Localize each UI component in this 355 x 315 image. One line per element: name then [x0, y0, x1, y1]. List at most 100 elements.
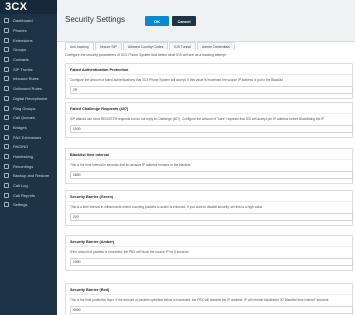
sidebar-item-label: FAX Extensions — [13, 134, 42, 140]
outbound-icon — [4, 86, 9, 92]
section-description: SIP attacks can send REGISTER requests b… — [70, 117, 325, 121]
groups-icon — [4, 47, 9, 53]
settings-section: Failed Challenge Requests (407) SIP attac… — [65, 102, 353, 138]
receptionist-icon — [4, 95, 9, 101]
tab-admin-credentials[interactable]: Admin Credentials — [197, 42, 235, 50]
section-title: Blacklist time interval — [66, 149, 352, 160]
sidebar-item-label: PAGING — [13, 144, 29, 150]
section-title: Security Barrier (Amber) — [66, 236, 352, 247]
cancel-button[interactable]: Cancel — [172, 16, 196, 26]
tab-anti-hacking[interactable]: Anti-hacking — [65, 42, 94, 50]
sidebar-item-ring-groups[interactable]: Ring Groups — [0, 103, 57, 113]
section-description: This is the time interval in seconds tha… — [70, 163, 191, 167]
recordings-icon — [4, 163, 9, 169]
sidebar-item-dashboard[interactable]: Dashboard — [0, 16, 57, 26]
section-value-input[interactable]: 25 — [70, 86, 353, 94]
sidebar-item-contacts[interactable]: Contacts — [0, 55, 57, 65]
sidebar-item-label: Call Log — [13, 183, 28, 189]
section-title: Failed Challenge Requests (407) — [66, 103, 352, 114]
fax-icon — [4, 134, 9, 140]
sidebar-item-label: Contacts — [13, 57, 29, 63]
page-header: Security Settings OK Cancel — [57, 0, 355, 42]
sidebar-item-label: Inbound Rules — [13, 76, 39, 82]
extensions-icon — [4, 37, 9, 43]
intro-text: Configure the security parameters of 3CX… — [65, 53, 227, 57]
sidebar-item-bridges[interactable]: Bridges — [0, 123, 57, 133]
logo-text: 3CX — [5, 1, 28, 13]
sidebar-item-call-log[interactable]: Call Log — [0, 181, 57, 191]
reports-icon — [4, 192, 9, 198]
settings-section: Security Barrier (Amber) If the amount of… — [65, 235, 353, 271]
contacts-icon — [4, 57, 9, 63]
sidebar-item-label: Groups — [13, 47, 27, 53]
settings-section: Failed Authentication Protection Configur… — [65, 63, 353, 99]
ok-button[interactable]: OK — [145, 16, 169, 26]
section-value-input[interactable]: 1000 — [70, 258, 353, 266]
section-title: Failed Authentication Protection — [66, 64, 352, 75]
sidebar-item-extensions[interactable]: Extensions — [0, 35, 57, 45]
tab-secure-sip[interactable]: Secure SIP — [94, 42, 122, 50]
hotdesk-icon — [4, 153, 9, 159]
sidebar-item-inbound-rules[interactable]: Inbound Rules — [0, 74, 57, 84]
sidebar-item-label: Hotdesking — [13, 153, 34, 159]
sidebar-item-label: Phones — [13, 28, 27, 34]
inbound-icon — [4, 76, 9, 82]
sidebar-item-label: Call Queues — [13, 115, 36, 121]
sidebar-item-label: Recordings — [13, 163, 34, 169]
section-description: This is the final protection layer. If t… — [70, 298, 329, 302]
sidebar-item-backup-and-restore[interactable]: Backup and Restore — [0, 171, 57, 181]
sidebar-item-paging[interactable]: PAGING — [0, 142, 57, 152]
sidebar-item-fax-extensions[interactable]: FAX Extensions — [0, 132, 57, 142]
sidebar-item-outbound-rules[interactable]: Outbound Rules — [0, 84, 57, 94]
sidebar-item-call-queues[interactable]: Call Queues — [0, 113, 57, 123]
bridge-icon — [4, 124, 9, 130]
sidebar-item-label: Call Reports — [13, 192, 36, 198]
section-title: Security Barrier (Red) — [66, 284, 352, 295]
sidebar-item-phones[interactable]: Phones — [0, 26, 57, 36]
sidebar-item-label: Ring Groups — [13, 105, 36, 111]
sidebar-item-groups[interactable]: Groups — [0, 45, 57, 55]
sidebar-item-label: Settings — [13, 202, 28, 208]
sidebar-item-label: Dashboard — [13, 18, 33, 24]
section-title: Security Barrier (Green) — [66, 191, 352, 202]
queue-icon — [4, 115, 9, 121]
settings-section: Security Barrier (Red) This is the final … — [65, 283, 353, 315]
settings-icon — [4, 202, 9, 208]
sidebar-item-label: Digital Receptionist — [13, 95, 48, 101]
sidebar-item-settings[interactable]: Settings — [0, 200, 57, 210]
sidebar-item-label: SIP Trunks — [13, 66, 33, 72]
section-value-input[interactable]: 200 — [70, 213, 353, 221]
calllog-icon — [4, 183, 9, 189]
section-description: This is a time interval in milliseconds … — [70, 205, 263, 209]
sidebar-item-label: Backup and Restore — [13, 173, 50, 179]
sidebar-item-recordings[interactable]: Recordings — [0, 161, 57, 171]
settings-tabs: Anti-hacking Secure SIP Allowed Country Co… — [65, 42, 236, 50]
section-value-input[interactable]: 1000 — [70, 125, 353, 133]
backup-icon — [4, 173, 9, 179]
sidebar-item-label: Extensions — [13, 37, 33, 43]
sidebar-item-sip-trunks[interactable]: SIP Trunks — [0, 64, 57, 74]
dashboard-icon — [4, 18, 9, 24]
section-value-input[interactable]: 4000 — [70, 306, 353, 314]
settings-section: Security Barrier (Green) This is a time i… — [65, 190, 353, 226]
ring-icon — [4, 105, 9, 111]
paging-icon — [4, 144, 9, 150]
section-description: If the amount of packets is exceeded, th… — [70, 250, 189, 254]
settings-section: Blacklist time interval This is the time … — [65, 148, 353, 184]
section-value-input[interactable]: 1800 — [70, 171, 353, 179]
trunk-icon — [4, 66, 9, 72]
sidebar-item-digital-receptionist[interactable]: Digital Receptionist — [0, 94, 57, 104]
phone-icon — [4, 28, 9, 34]
logo[interactable]: 3CX — [0, 0, 57, 14]
sidebar-item-label: Bridges — [13, 124, 27, 130]
sidebar-item-label: Outbound Rules — [13, 86, 42, 92]
sidebar-item-hotdesking[interactable]: Hotdesking — [0, 152, 57, 162]
sidebar: 3CX Dashboard Phones Extensions Groups Conta… — [0, 0, 57, 315]
main-content: Security Settings OK Cancel Anti-hacking… — [57, 0, 355, 315]
section-description: Configure the amount of failed authentic… — [70, 78, 283, 82]
page-title: Security Settings — [65, 15, 126, 24]
tab-allowed-country-codes[interactable]: Allowed Country Codes — [122, 42, 169, 50]
sidebar-nav: Dashboard Phones Extensions Groups Contacts S… — [0, 14, 57, 210]
sidebar-item-call-reports[interactable]: Call Reports — [0, 190, 57, 200]
tab-ids-tunnel[interactable]: IDS Tunnel — [169, 42, 197, 50]
